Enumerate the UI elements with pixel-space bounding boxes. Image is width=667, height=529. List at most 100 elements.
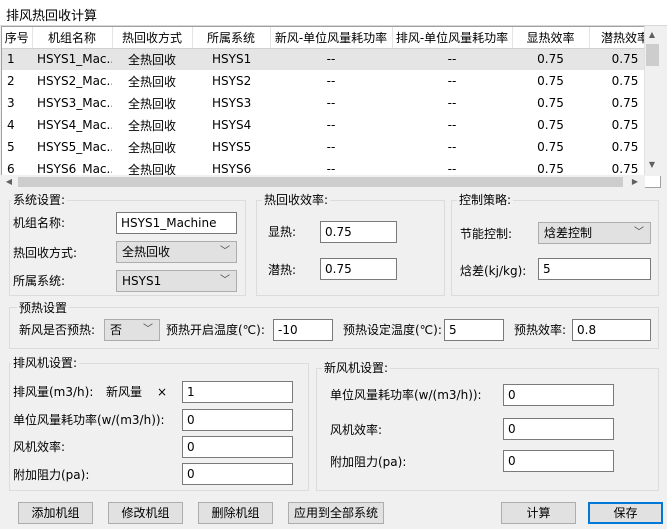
exhaust-eff-label: 风机效率:	[13, 440, 66, 454]
table-row[interactable]: 5 HSYS5_Mac... 全热回收 HSYS5 -- -- 0.75 0.75	[2, 136, 660, 158]
chevron-down-icon: ﹀	[143, 324, 153, 335]
cell-exhaust-power: --	[447, 74, 457, 88]
fresh-eff-label: 风机效率:	[330, 423, 383, 437]
grid-header-row: 序号 机组名称 热回收方式 所属系统 新风-单位风量耗功率 排风-单位风量耗功率…	[2, 27, 660, 49]
cell-sensible-eff: 0.75	[512, 48, 589, 70]
table-row[interactable]: 3 HSYS3_Mac... 全热回收 HSYS3 -- -- 0.75 0.75	[2, 92, 660, 114]
grid-vertical-thumb[interactable]	[646, 44, 659, 66]
preheat-enable-select[interactable]: 否 ﹀	[104, 319, 160, 341]
col-header-system[interactable]: 所属系统	[192, 27, 271, 49]
fresh-power-label: 单位风量耗功率(w/(m3/h)):	[330, 388, 482, 402]
system-select[interactable]: HSYS1 ﹀	[116, 270, 237, 292]
col-header-exhaust-power[interactable]: 排风-单位风量耗功率	[392, 27, 513, 49]
window-title: 排风热回收计算	[6, 9, 98, 24]
energy-control-label: 节能控制:	[460, 227, 513, 241]
exhaust-power-input[interactable]: 0	[182, 409, 293, 431]
unit-grid[interactable]: 序号 机组名称 热回收方式 所属系统 新风-单位风量耗功率 排风-单位风量耗功率…	[1, 26, 661, 188]
table-row[interactable]: 4 HSYS4_Mac... 全热回收 HSYS4 -- -- 0.75 0.75	[2, 114, 660, 136]
control-legend: 控制策略:	[457, 193, 514, 207]
preheat-set-input[interactable]: 5	[444, 319, 504, 341]
energy-control-select[interactable]: 焓差控制 ﹀	[538, 222, 651, 244]
table-row[interactable]: 1 HSYS1_Mac... 全热回收 HSYS1 -- -- 0.75 0.75	[2, 48, 660, 70]
cell-unit-name: HSYS5_Mac...	[37, 140, 112, 154]
apply-all-button[interactable]: 应用到全部系统	[288, 502, 384, 524]
title-bar: 排风热回收计算	[0, 0, 667, 26]
cell-sensible-eff: 0.75	[537, 118, 564, 132]
enthalpy-input[interactable]: 5	[538, 258, 651, 280]
fresh-eff-input[interactable]: 0	[503, 418, 614, 440]
preheat-eff-input[interactable]: 0.8	[572, 319, 651, 341]
cell-fresh-power: --	[326, 140, 336, 154]
fresh-resist-label: 附加阻力(pa):	[330, 455, 407, 469]
col-header-index[interactable]: 序号	[2, 27, 33, 49]
cell-sensible-eff: 0.75	[537, 74, 564, 88]
system-value: HSYS1	[122, 274, 162, 288]
exhaust-resist-input[interactable]: 0	[182, 463, 293, 485]
cell-exhaust-power: --	[447, 118, 457, 132]
cell-index: 5	[7, 140, 15, 154]
sensible-input[interactable]: 0.75	[320, 221, 397, 243]
control-group	[451, 200, 659, 296]
col-header-fresh-power[interactable]: 新风-单位风量耗功率	[270, 27, 393, 49]
cell-index: 3	[7, 96, 15, 110]
grid-horizontal-thumb[interactable]	[18, 177, 623, 187]
recovery-mode-select[interactable]: 全热回收 ﹀	[116, 241, 237, 263]
cell-fresh-power: --	[326, 74, 336, 88]
arrow-down-icon[interactable]: ▼	[645, 158, 659, 172]
cell-fresh-power: --	[326, 96, 336, 110]
latent-input[interactable]: 0.75	[320, 258, 397, 280]
delete-unit-button[interactable]: 删除机组	[198, 502, 273, 524]
cell-system: HSYS5	[212, 140, 252, 154]
col-header-unit-name[interactable]: 机组名称	[32, 27, 113, 49]
cell-recovery-mode: 全热回收	[128, 74, 177, 89]
unit-name-input[interactable]: HSYS1_Machine	[116, 212, 237, 234]
cell-exhaust-power: --	[447, 140, 457, 154]
cell-system: HSYS1	[192, 48, 270, 70]
add-unit-button[interactable]: 添加机组	[18, 502, 93, 524]
efficiency-group	[256, 200, 445, 296]
recovery-mode-label: 热回收方式:	[13, 246, 78, 260]
save-button[interactable]: 保存	[588, 502, 663, 524]
arrow-right-icon[interactable]: ▶	[628, 175, 642, 189]
chevron-down-icon: ﹀	[634, 227, 644, 238]
chevron-down-icon: ﹀	[220, 246, 230, 257]
exhaust-eff-input[interactable]: 0	[182, 436, 293, 458]
fresh-power-input[interactable]: 0	[503, 384, 614, 406]
fresh-resist-input[interactable]: 0	[503, 450, 614, 472]
recovery-mode-value: 全热回收	[122, 245, 171, 259]
exhaust-fan-legend: 排风机设置:	[11, 356, 80, 370]
cell-exhaust-power: --	[392, 48, 512, 70]
preheat-enable-value: 否	[110, 323, 123, 337]
preheat-eff-label: 预热效率:	[514, 323, 567, 337]
preheat-start-label: 预热开启温度(℃):	[166, 323, 265, 337]
col-header-sensible-eff[interactable]: 显热效率	[512, 27, 590, 49]
col-header-recovery-mode[interactable]: 热回收方式	[112, 27, 193, 49]
cell-unit-name: HSYS3_Mac...	[37, 96, 112, 110]
cell-fresh-power: --	[270, 48, 392, 70]
preheat-enable-label: 新风是否预热:	[19, 323, 96, 337]
exhaust-volume-input[interactable]: 1	[182, 381, 293, 403]
cell-unit-name: HSYS4_Mac...	[37, 118, 112, 132]
cell-index: 4	[7, 118, 15, 132]
energy-control-value: 焓差控制	[544, 226, 593, 240]
exhaust-resist-label: 附加阻力(pa):	[13, 468, 90, 482]
cell-recovery-mode: 全热回收	[128, 96, 177, 111]
cell-index: 2	[7, 74, 15, 88]
preheat-legend: 预热设置	[17, 301, 70, 315]
cell-unit-name: HSYS2_Mac...	[37, 74, 112, 88]
chevron-down-icon: ﹀	[220, 275, 230, 286]
preheat-start-input[interactable]: -10	[273, 319, 333, 341]
unit-name-label: 机组名称:	[13, 216, 66, 230]
system-label: 所属系统:	[13, 274, 66, 288]
latent-label: 潜热:	[268, 263, 297, 277]
cell-recovery-mode: 全热回收	[112, 48, 192, 70]
calculate-button[interactable]: 计算	[501, 502, 576, 524]
cell-recovery-mode: 全热回收	[128, 118, 177, 133]
cell-system: HSYS2	[212, 74, 252, 88]
arrow-up-icon[interactable]: ▲	[645, 28, 659, 42]
arrow-left-icon[interactable]: ◀	[2, 175, 16, 189]
exhaust-volume-text: 新风量	[106, 385, 143, 399]
cell-system: HSYS4	[212, 118, 252, 132]
table-row[interactable]: 2 HSYS2_Mac... 全热回收 HSYS2 -- -- 0.75 0.75	[2, 70, 660, 92]
modify-unit-button[interactable]: 修改机组	[108, 502, 183, 524]
